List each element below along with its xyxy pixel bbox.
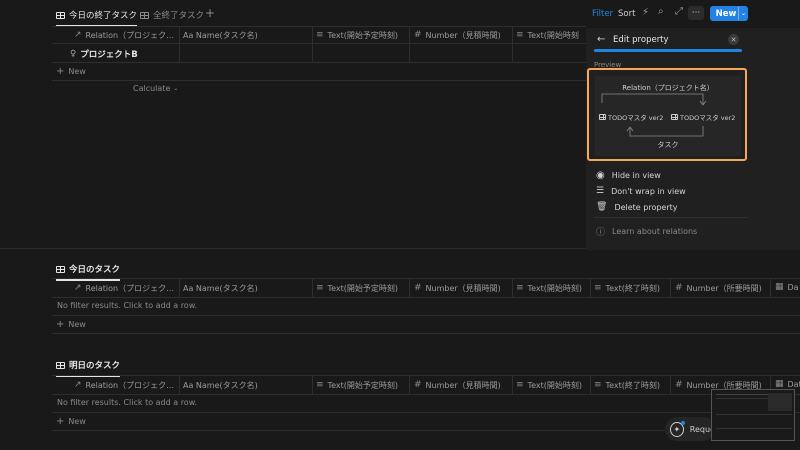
sort-button[interactable]: Sort <box>618 9 635 19</box>
expand-icon[interactable]: ⤢ <box>675 6 683 17</box>
text-lines-icon: ≡ <box>594 283 602 293</box>
new-row-button[interactable]: + New <box>56 66 86 77</box>
new-row-button[interactable]: + New <box>56 416 86 427</box>
table-icon <box>56 361 65 369</box>
table-icon <box>599 114 606 120</box>
relation-cell-project-b[interactable]: ♀ プロジェクトB <box>70 48 138 60</box>
hash-icon: # <box>414 283 422 293</box>
text-lines-icon: ≡ <box>316 30 324 40</box>
tab-all-finished[interactable]: 全終了タスク <box>140 9 204 21</box>
learn-relations-link[interactable]: ⓘ Learn about relations <box>596 225 697 238</box>
panel-scroll-indicator <box>594 49 742 52</box>
table-icon <box>671 114 678 120</box>
eye-icon: ◉ <box>596 170 605 181</box>
text-lines-icon: ≡ <box>594 380 602 390</box>
arrow-up-right-icon: ↗ <box>74 30 82 40</box>
more-options-icon[interactable]: ··· <box>688 6 704 20</box>
column-header-name[interactable]: Aa Name(タスク名) <box>183 283 309 294</box>
trash-icon: 🗑 <box>596 202 608 212</box>
column-header-estimate[interactable]: # Number（見積時間) <box>414 283 510 294</box>
plus-icon: + <box>56 66 65 77</box>
hash-icon: # <box>675 380 683 390</box>
column-header-estimate[interactable]: # Number（見積時間) <box>414 380 510 391</box>
hide-in-view-item[interactable]: ◉ Hide in view <box>596 170 661 181</box>
column-header-end-time[interactable]: ≡ Text(終了時刻) <box>594 380 668 391</box>
right-database-label: TODOマスタ ver2 <box>671 112 735 122</box>
arrow-up-right-icon: ↗ <box>74 283 82 293</box>
view-title-today[interactable]: 今日のタスク <box>56 263 121 281</box>
search-icon[interactable]: ⌕ <box>658 6 664 17</box>
text-lines-icon: ≡ <box>316 380 324 390</box>
text-lines-icon: ≡ <box>516 283 524 293</box>
left-database-label: TODOマスタ ver2 <box>599 112 663 122</box>
hash-icon: # <box>675 283 683 293</box>
empty-state-message[interactable]: No filter results. Click to add a row. <box>57 398 197 407</box>
chevron-down-icon: ⌄ <box>740 10 746 17</box>
column-header-relation[interactable]: ↗ Relation（プロジェク… <box>74 283 178 294</box>
page-icon: ♀ <box>70 49 77 59</box>
sparkle-icon: ✦ <box>670 420 685 437</box>
column-header-name[interactable]: Aa Name(タスク名) <box>183 30 309 41</box>
column-header-date[interactable]: ▦ Dat <box>775 380 800 389</box>
hash-icon: # <box>414 30 422 40</box>
back-arrow-icon[interactable]: ← <box>597 34 605 45</box>
table-icon <box>56 11 65 19</box>
new-row-button[interactable]: + New <box>56 319 86 330</box>
tab-label: 今日の終了タスク <box>69 11 138 21</box>
chevron-down-icon: ⌄ <box>173 85 179 92</box>
plus-icon: + <box>56 416 65 427</box>
table-icon <box>56 265 65 273</box>
column-header-date[interactable]: ▦ Da <box>775 283 800 292</box>
column-header-start-planned[interactable]: ≡ Text(開始予定時刻) <box>316 283 408 294</box>
column-header-start-time[interactable]: ≡ Text(開始時刻) <box>516 380 588 391</box>
column-header-relation[interactable]: ↗ Relation（プロジェク… <box>74 30 178 41</box>
panel-title: Edit property <box>613 35 669 45</box>
table-icon <box>140 11 149 19</box>
column-header-estimate[interactable]: # Number（見積時間) <box>414 30 510 41</box>
column-header-start-time[interactable]: ≡ Text(開始時刻) <box>516 283 588 294</box>
empty-state-message[interactable]: No filter results. Click to add a row. <box>57 301 197 310</box>
column-header-start-planned[interactable]: ≡ Text(開始予定時刻) <box>316 380 408 391</box>
plus-icon: + <box>56 319 65 330</box>
column-header-start-planned[interactable]: ≡ Text(開始予定時刻) <box>316 30 408 41</box>
help-circle-icon: ⓘ <box>596 228 606 238</box>
new-button[interactable]: New ⌄ <box>710 6 748 21</box>
delete-property-item[interactable]: 🗑 Delete property <box>596 202 678 212</box>
dont-wrap-item[interactable]: ☰ Don't wrap in view <box>596 186 686 196</box>
close-icon[interactable]: ✕ <box>728 34 739 45</box>
request-button[interactable]: ✦ Reque <box>665 417 715 441</box>
column-header-start-time[interactable]: ≡ Text(開始時刻 <box>516 30 584 41</box>
tab-label: 全終了タスク <box>153 11 205 21</box>
hash-icon: # <box>414 380 422 390</box>
column-header-relation[interactable]: ↗ Relation（プロジェク… <box>74 380 178 391</box>
calendar-icon: ▦ <box>775 283 784 292</box>
tab-today-finished[interactable]: 今日の終了タスク <box>56 9 138 27</box>
view-title-tomorrow[interactable]: 明日のタスク <box>56 359 121 377</box>
automation-bolt-icon[interactable]: ⚡ <box>642 7 649 18</box>
add-view-plus-icon[interactable]: + <box>205 6 215 20</box>
reverse-relation-label: タスク <box>657 141 679 149</box>
filter-button[interactable]: Filter <box>592 9 613 19</box>
arrow-up-right-icon: ↗ <box>74 380 82 390</box>
calculate-button[interactable]: Calculate ⌄ <box>133 84 178 93</box>
screen-thumbnail[interactable] <box>711 389 795 441</box>
column-header-duration[interactable]: # Number（所要時間) <box>675 283 769 294</box>
list-icon: ☰ <box>596 186 605 196</box>
column-header-end-time[interactable]: ≡ Text(終了時刻) <box>594 283 668 294</box>
column-header-name[interactable]: Aa Name(タスク名) <box>183 380 309 391</box>
text-lines-icon: ≡ <box>516 30 524 40</box>
text-lines-icon: ≡ <box>316 283 324 293</box>
calendar-icon: ▦ <box>775 380 784 389</box>
text-lines-icon: ≡ <box>516 380 524 390</box>
